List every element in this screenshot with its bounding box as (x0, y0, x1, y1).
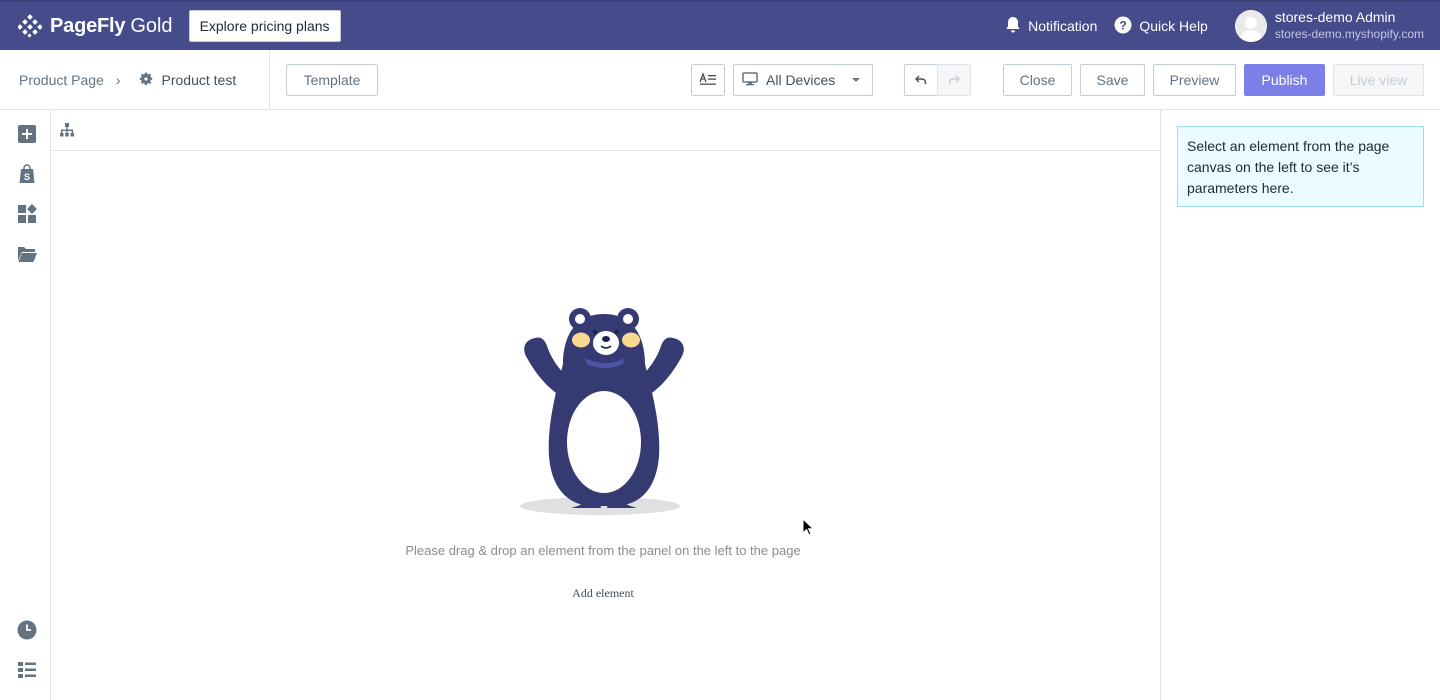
page-canvas[interactable]: Please drag & drop an element from the p… (51, 110, 1160, 700)
mouse-cursor-icon (802, 517, 815, 541)
breadcrumb-current-label: Product test (161, 72, 237, 88)
text-format-icon (699, 71, 717, 89)
monitor-icon (742, 71, 758, 89)
undo-button[interactable] (904, 64, 938, 96)
add-element-link[interactable]: Add element (553, 586, 653, 601)
breadcrumb-current[interactable]: Product test (138, 71, 237, 90)
publish-button[interactable]: Publish (1244, 64, 1325, 96)
quick-help-label: Quick Help (1139, 18, 1208, 34)
folder-icon[interactable] (16, 243, 38, 265)
explore-pricing-button[interactable]: Explore pricing plans (188, 10, 341, 42)
user-name: stores-demo Admin (1274, 9, 1396, 25)
editor-toolbar: Product Page › Product test Template All… (0, 50, 1440, 110)
text-format-button[interactable] (691, 64, 725, 96)
brand[interactable]: PageFly Gold (18, 14, 173, 38)
chevron-down-icon (852, 78, 860, 82)
device-select[interactable]: All Devices (733, 64, 873, 96)
history-icon[interactable] (16, 619, 38, 641)
pagefly-logo-icon (18, 14, 42, 38)
undo-icon (915, 72, 927, 88)
live-view-button[interactable]: Live view (1333, 64, 1424, 96)
properties-hint: Select an element from the page canvas o… (1177, 126, 1424, 207)
close-button[interactable]: Close (1003, 64, 1072, 96)
element-sidebar: S (0, 110, 51, 700)
svg-text:S: S (24, 172, 30, 182)
breadcrumb-root[interactable]: Product Page (19, 72, 104, 88)
redo-button[interactable] (937, 64, 971, 96)
add-element-icon[interactable] (16, 123, 38, 145)
top-bar: PageFly Gold Explore pricing plans Notif… (0, 0, 1440, 50)
preview-button[interactable]: Preview (1153, 64, 1236, 96)
brand-tier: Gold (130, 14, 173, 37)
notification-link[interactable]: Notification (1005, 16, 1097, 37)
user-shop: stores-demo.myshopify.com (1274, 27, 1424, 41)
bear-illustration (519, 298, 691, 523)
svg-text:?: ? (1120, 18, 1127, 32)
help-circle-icon: ? (1114, 16, 1139, 37)
breadcrumb: Product Page › Product test (19, 50, 236, 110)
properties-panel: Select an element from the page canvas o… (1160, 110, 1440, 700)
layers-list-icon[interactable] (16, 659, 38, 681)
user-menu[interactable]: stores-demo Admin stores-demo.myshopify.… (1234, 9, 1424, 43)
top-right-actions: Notification ? Quick Help stores-demo Ad… (1005, 2, 1424, 50)
avatar-icon (1234, 10, 1267, 42)
device-select-label: All Devices (766, 72, 836, 88)
gear-icon (138, 71, 162, 90)
sections-icon[interactable] (16, 203, 38, 225)
shopify-bag-icon[interactable]: S (16, 163, 38, 185)
empty-canvas-message: Please drag & drop an element from the p… (405, 543, 801, 558)
toolbar-divider (269, 50, 270, 109)
page-tree-icon[interactable] (59, 122, 75, 143)
brand-name: PageFly (50, 14, 126, 37)
quick-help-link[interactable]: ? Quick Help (1114, 16, 1208, 37)
breadcrumb-separator: › (115, 72, 121, 88)
canvas-header (51, 110, 1160, 151)
redo-icon (948, 72, 960, 88)
notification-label: Notification (1028, 18, 1098, 34)
bell-icon (1005, 16, 1028, 37)
save-button[interactable]: Save (1080, 64, 1145, 96)
template-button[interactable]: Template (286, 64, 378, 96)
